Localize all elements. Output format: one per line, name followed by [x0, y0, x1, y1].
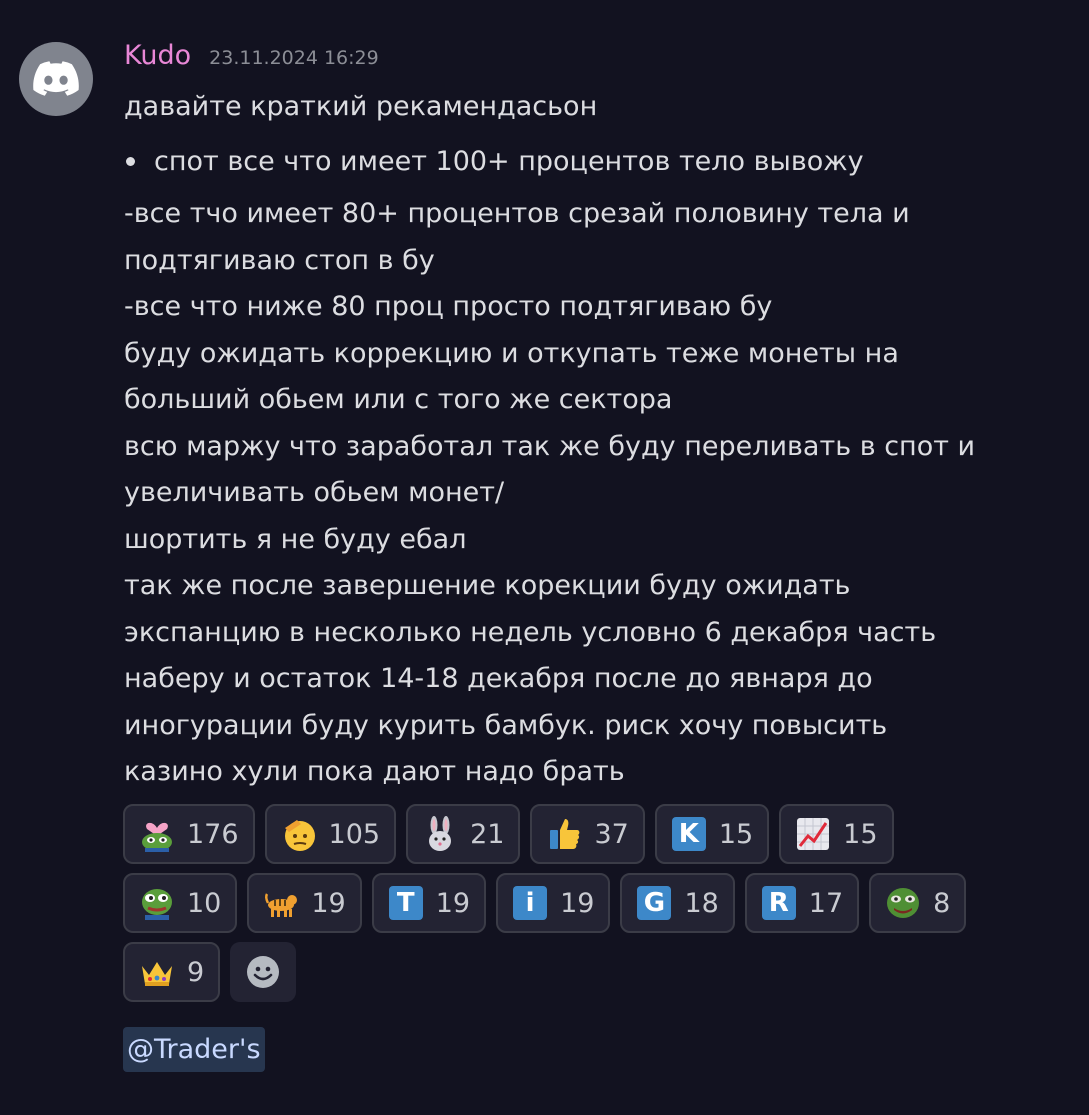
pepe-heart-emoji-icon — [139, 816, 175, 852]
message-line: -все тчо имеет 80+ процентов срезай поло… — [124, 198, 910, 229]
reactions-row: 176 105 21 37 K 15 15 — [123, 804, 1023, 864]
smiley-icon — [247, 956, 280, 988]
reaction-count: 21 — [470, 818, 505, 850]
letter-i-emoji-icon: i — [512, 885, 548, 921]
letter-r-emoji-icon: R — [761, 885, 797, 921]
message-line: шортить я не буду ебал — [124, 523, 467, 555]
add-reaction-button[interactable] — [230, 942, 297, 1002]
message-line: всю маржу что заработал так же буду пере… — [124, 430, 976, 462]
letter-t-tile: T — [388, 886, 423, 920]
message-line: наберу и остаток 14-18 декабря после до … — [124, 663, 873, 694]
crown-emoji-icon — [139, 954, 175, 990]
message-line: так же после завершение корекции буду ож… — [124, 570, 851, 601]
reaction-letter-t[interactable]: T 19 — [371, 873, 487, 933]
thumbs-up-emoji-icon — [546, 816, 582, 852]
timestamp[interactable]: 23.11.2024 16:29 — [209, 47, 379, 69]
pepe-frog-emoji-icon — [139, 885, 175, 921]
reaction-count: 15 — [718, 818, 754, 850]
reaction-saluting-face[interactable]: 105 — [264, 804, 397, 864]
reaction-count: 9 — [187, 956, 205, 988]
letter-g-emoji-icon: G — [636, 885, 672, 921]
reactions-row: 9 — [123, 942, 1023, 1002]
letter-k-tile: K — [671, 817, 706, 851]
bullet-item: спот все что имеет 100+ процентов тело в… — [124, 139, 1024, 186]
message-line: казино хули пока дают надо брать — [124, 756, 625, 787]
message-header: Kudo 23.11.2024 16:29 — [124, 40, 1024, 84]
message-line: буду ожидать коррекцию и откупать теже м… — [124, 337, 899, 369]
letter-g-tile: G — [637, 886, 672, 920]
message-line: больший обьем или с того же сектора — [124, 384, 673, 415]
chat-message: Kudo 23.11.2024 16:29 давайте краткий ре… — [0, 0, 1089, 1115]
reaction-letter-i[interactable]: i 19 — [496, 873, 611, 933]
reaction-count: 17 — [808, 887, 844, 919]
user-avatar[interactable] — [19, 42, 93, 116]
letter-k-emoji-icon: K — [671, 816, 707, 852]
reaction-count: 19 — [435, 887, 471, 919]
reactions-bar: 176 105 21 37 K 15 15 10 19 T 19 i 19 G … — [123, 804, 1023, 1011]
letter-t-emoji-icon: T — [388, 885, 424, 921]
reaction-rabbit-face[interactable]: 21 — [406, 804, 521, 864]
reaction-count: 10 — [187, 887, 222, 919]
reaction-count: 19 — [311, 887, 346, 919]
reaction-count: 105 — [328, 818, 381, 850]
reaction-count: 15 — [843, 818, 878, 850]
discord-logo-icon — [33, 61, 79, 96]
reaction-tiger[interactable]: 19 — [247, 873, 362, 933]
message-line: давайте краткий рекамендасьон — [124, 91, 598, 122]
reaction-count: 19 — [560, 887, 595, 919]
reaction-pepe-frog[interactable]: 10 — [123, 873, 238, 933]
reaction-count: 18 — [684, 887, 719, 919]
reaction-count: 37 — [594, 818, 629, 850]
pepe-smile-emoji-icon — [885, 885, 921, 921]
tiger-emoji-icon — [263, 885, 299, 921]
reaction-thumbs-up[interactable]: 37 — [530, 804, 645, 864]
message-line: экспанцию в несколько недель условно 6 д… — [124, 616, 937, 648]
rabbit-face-emoji-icon — [422, 816, 458, 852]
reaction-letter-r[interactable]: R 17 — [744, 873, 860, 933]
bullet-text: спот все что имеет 100+ процентов тело в… — [154, 145, 864, 177]
reaction-pepe-smile[interactable]: 8 — [869, 873, 967, 933]
reaction-crown[interactable]: 9 — [123, 942, 221, 1002]
reactions-row: 10 19 T 19 i 19 G 18 R 17 8 — [123, 873, 1023, 933]
saluting-face-emoji-icon — [281, 816, 317, 852]
reaction-count: 176 — [187, 818, 239, 850]
message-line: -все что ниже 80 проц просто подтягиваю … — [124, 291, 773, 322]
message-line: иногурации буду курить бамбук. риск хочу… — [124, 709, 888, 741]
role-mention[interactable]: @Trader's — [123, 1027, 265, 1072]
reaction-pepe-heart[interactable]: 176 — [123, 804, 255, 864]
letter-i-tile: i — [513, 886, 548, 920]
message-line: подтягиваю стоп в бу — [124, 244, 435, 276]
reaction-chart-increasing[interactable]: 15 — [779, 804, 894, 864]
bullet-icon — [126, 157, 135, 167]
reaction-letter-k[interactable]: K 15 — [654, 804, 770, 864]
reaction-count: 8 — [933, 887, 951, 919]
reaction-letter-g[interactable]: G 18 — [620, 873, 735, 933]
username[interactable]: Kudo — [124, 40, 191, 71]
message-line: увеличивать обьем монет/ — [124, 477, 505, 508]
letter-r-tile: R — [761, 886, 796, 920]
message-content: Kudo 23.11.2024 16:29 давайте краткий ре… — [124, 40, 1024, 796]
chart-increasing-emoji-icon — [795, 816, 831, 852]
